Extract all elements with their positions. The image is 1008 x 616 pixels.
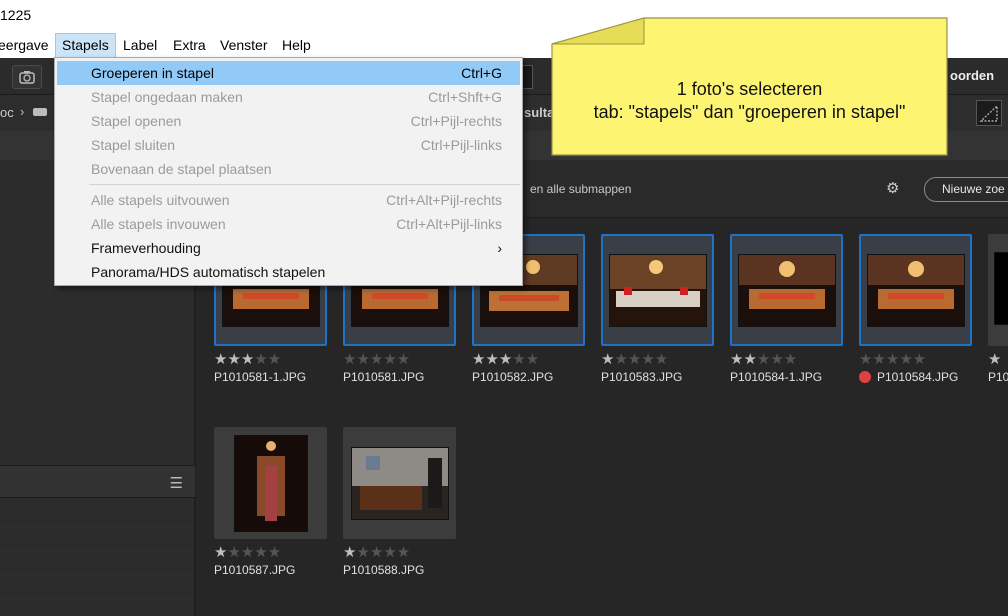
- stapels-dropdown-menu: Groeperen in stapel Ctrl+G Stapel ongeda…: [54, 57, 523, 286]
- menu-item-close-stack[interactable]: Stapel sluiten Ctrl+Pijl-links: [57, 133, 520, 157]
- menu-weergave[interactable]: eergave: [0, 33, 55, 58]
- menu-help[interactable]: Help: [276, 33, 317, 58]
- thumbnail-filename: P1010587.JPG: [214, 563, 296, 577]
- menu-stapels[interactable]: Stapels: [55, 33, 116, 58]
- menu-item-shortcut: Ctrl+Alt+Pijl-links: [396, 216, 502, 232]
- panel-row: [0, 546, 195, 570]
- photo-dining-room: [994, 252, 1008, 325]
- submenu-arrow-icon: ›: [497, 240, 502, 256]
- thumbnail-filename: P1010588.JPG: [343, 563, 425, 577]
- menu-item-unstack[interactable]: Stapel ongedaan maken Ctrl+Shft+G: [57, 85, 520, 109]
- camera-import-icon[interactable]: [12, 65, 42, 89]
- star-rating[interactable]: ★★★★★: [343, 350, 410, 368]
- menu-item-shortcut: Ctrl+Pijl-rechts: [410, 113, 502, 129]
- menu-item-label: Alle stapels uitvouwen: [91, 192, 230, 208]
- menu-item-label: Panorama/HDS automatisch stapelen: [91, 264, 326, 280]
- menu-item-label: Groeperen in stapel: [91, 65, 214, 81]
- star-rating[interactable]: ★★★★★: [730, 350, 797, 368]
- thumbnail[interactable]: [859, 234, 972, 346]
- menu-item-top-of-stack[interactable]: Bovenaan de stapel plaatsen: [57, 157, 520, 181]
- panel-subheader: ☰: [0, 465, 195, 498]
- menu-item-shortcut: Ctrl+Pijl-links: [420, 137, 502, 153]
- hamburger-icon[interactable]: ☰: [170, 474, 183, 492]
- star-rating[interactable]: ★★★★★: [859, 350, 926, 368]
- thumbnail-filename: P1010584-1.JPG: [730, 370, 823, 384]
- new-search-button[interactable]: Nieuwe zoe: [924, 177, 1008, 202]
- thumbnail[interactable]: [730, 234, 843, 346]
- path-fragment[interactable]: oc: [0, 105, 14, 120]
- star-rating[interactable]: ★★★★★: [601, 350, 668, 368]
- slider-icon[interactable]: [976, 100, 1002, 126]
- menu-item-label: Stapel ongedaan maken: [91, 89, 243, 105]
- thumbnail-filename: P10: [988, 370, 1008, 384]
- menu-item-shortcut: Ctrl+Shft+G: [428, 89, 502, 105]
- photo-dining-room: [867, 254, 965, 327]
- red-label-icon: [859, 371, 871, 383]
- star-rating[interactable]: ★★★★★: [214, 543, 281, 561]
- menu-item-label: Alle stapels invouwen: [91, 216, 226, 232]
- thumbnail[interactable]: [601, 234, 714, 346]
- annotation-callout: 1 foto's selecteren tab: "stapels" dan "…: [550, 16, 949, 157]
- star-rating[interactable]: ★★★★★: [214, 350, 281, 368]
- thumbnail-filename: P1010583.JPG: [601, 370, 683, 384]
- menu-item-aspect-ratio[interactable]: Frameverhouding ›: [57, 236, 520, 260]
- menu-item-shortcut: Ctrl+G: [461, 65, 502, 81]
- photo-dining-room: [609, 254, 707, 327]
- annotation-text: 1 foto's selecteren tab: "stapels" dan "…: [550, 78, 949, 124]
- menu-item-label: Stapel sluiten: [91, 137, 176, 153]
- star-rating[interactable]: ★★★★★: [343, 543, 410, 561]
- keywords-tab[interactable]: oorden: [950, 68, 994, 83]
- thumbnail-filename: P1010582.JPG: [472, 370, 554, 384]
- menu-item-shortcut: Ctrl+Alt+Pijl-rechts: [386, 192, 502, 208]
- menu-venster[interactable]: Venster: [214, 33, 273, 58]
- panel-row: [0, 570, 195, 594]
- window-title: 1225: [0, 7, 32, 23]
- menu-item-group-in-stack[interactable]: Groeperen in stapel Ctrl+G: [57, 61, 520, 85]
- thumbnail-filename: P1010584.JPG: [877, 370, 959, 384]
- menu-extra[interactable]: Extra: [167, 33, 212, 58]
- photo-dining-room: [738, 254, 836, 327]
- menu-separator: [89, 184, 520, 185]
- settings-gear-icon[interactable]: ⚙: [886, 179, 899, 197]
- thumbnail-filename: P1010581-1.JPG: [214, 370, 307, 384]
- panel-row: [0, 522, 195, 546]
- thumbnail[interactable]: [343, 427, 456, 539]
- photo-cabinet: [351, 447, 449, 520]
- menu-item-collapse-all[interactable]: Alle stapels invouwen Ctrl+Alt+Pijl-link…: [57, 212, 520, 236]
- subfolders-label: en alle submappen: [530, 182, 632, 196]
- menu-item-expand-all[interactable]: Alle stapels uitvouwen Ctrl+Alt+Pijl-rec…: [57, 188, 520, 212]
- chevron-right-icon: ›: [20, 104, 25, 119]
- drive-icon: [33, 108, 47, 116]
- annotation-line-1: 1 foto's selecteren: [676, 79, 823, 99]
- menu-item-label: Frameverhouding: [91, 240, 201, 256]
- menu-item-auto-stack-panorama[interactable]: Panorama/HDS automatisch stapelen: [57, 260, 520, 284]
- star-rating[interactable]: ★★★★★: [472, 350, 539, 368]
- photo-table-portrait: [234, 435, 308, 532]
- star-rating[interactable]: ★: [988, 350, 1001, 368]
- thumbnail-partial[interactable]: [988, 234, 1008, 346]
- annotation-line-2: tab: "stapels" dan "groeperen in stapel": [593, 102, 906, 122]
- menu-label[interactable]: Label: [117, 33, 163, 58]
- menu-item-label: Stapel openen: [91, 113, 182, 129]
- thumbnail[interactable]: [214, 427, 327, 539]
- panel-row: [0, 498, 195, 522]
- thumbnail-filename-labeled: P1010584.JPG: [859, 370, 958, 384]
- menu-item-open-stack[interactable]: Stapel openen Ctrl+Pijl-rechts: [57, 109, 520, 133]
- menu-item-label: Bovenaan de stapel plaatsen: [91, 161, 272, 177]
- thumbnail-filename: P1010581.JPG: [343, 370, 425, 384]
